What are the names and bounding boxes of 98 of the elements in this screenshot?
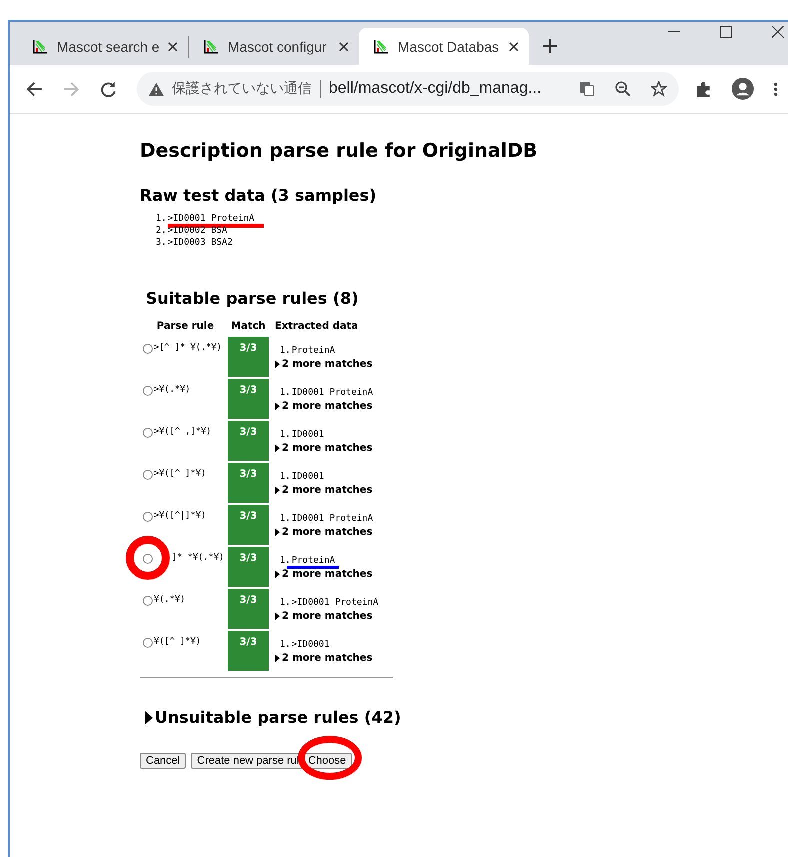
match-cell: 3/3 <box>228 589 269 629</box>
expand-icon[interactable] <box>275 654 280 663</box>
column-header: Extracted data <box>274 320 360 334</box>
list-number: 1. <box>280 639 291 652</box>
sample-text: >ID0002 BSA <box>168 225 228 237</box>
rule-text: >¥([^ ,]*¥) <box>154 427 212 437</box>
sample-text: >ID0001 ProteinA <box>168 213 255 225</box>
expand-icon[interactable] <box>275 402 280 411</box>
match-cell: 3/3 <box>228 337 269 377</box>
expand-icon[interactable] <box>275 444 280 453</box>
extracted-text: ID0001 ProteinA <box>292 387 374 400</box>
rule-text: >¥(.*¥) <box>154 385 191 395</box>
action-button[interactable]: Cancel <box>140 753 186 769</box>
url-text: bell/mascot/x-cgi/db_manag... <box>329 80 543 98</box>
list-number: 1. <box>280 597 291 610</box>
browser-tab[interactable]: Mascot search e <box>18 28 188 65</box>
chart-icon <box>203 38 219 54</box>
star-icon[interactable] <box>651 81 667 97</box>
tab-title: Mascot configur <box>228 38 328 54</box>
section-heading[interactable]: Unsuitable parse rules (42) <box>155 708 402 727</box>
radio-button[interactable] <box>143 386 153 396</box>
extracted-text: ID0001 <box>292 429 324 442</box>
rule-text: >¥([^|]*¥) <box>154 511 206 521</box>
more-matches-link[interactable]: 2 more matches <box>282 485 373 496</box>
more-matches-link[interactable]: 2 more matches <box>282 443 373 454</box>
section-heading: Raw test data (3 samples) <box>140 186 378 205</box>
maximize-icon[interactable] <box>720 26 732 38</box>
avatar-icon[interactable] <box>732 78 754 100</box>
zoom-out-icon[interactable] <box>615 81 631 97</box>
radio-button[interactable] <box>143 344 153 354</box>
list-number: 1. <box>280 429 291 442</box>
match-cell: 3/3 <box>228 463 269 503</box>
more-matches-link[interactable]: 2 more matches <box>282 653 373 664</box>
tab-title: Mascot search e <box>57 38 159 54</box>
expand-icon[interactable] <box>275 612 280 621</box>
column-header: Match <box>230 320 267 334</box>
match-cell: 3/3 <box>228 421 269 461</box>
new-tab-icon[interactable] <box>543 39 557 53</box>
match-cell: 3/3 <box>228 547 269 587</box>
more-matches-link[interactable]: 2 more matches <box>282 569 373 580</box>
radio-button[interactable] <box>143 470 153 480</box>
translate-icon[interactable] <box>579 81 595 97</box>
expand-icon[interactable] <box>275 486 280 495</box>
extracted-text: ID0001 <box>292 471 324 484</box>
security-label: 保護されていない通信 <box>172 80 312 98</box>
expand-icon[interactable] <box>275 360 280 369</box>
address-bar[interactable]: 保護されていない通信 bell/mascot/x-cgi/db_manag... <box>137 72 679 106</box>
radio-button[interactable] <box>143 638 153 648</box>
tab-title: Mascot Databas <box>398 38 500 54</box>
list-number: 1. <box>280 471 291 484</box>
extracted-text: ProteinA <box>292 345 336 358</box>
page-title: Description parse rule for OriginalDB <box>140 140 539 162</box>
list-number: 1. <box>156 213 167 225</box>
match-cell: 3/3 <box>228 379 269 419</box>
rule-text: >[^ ]* ¥(.*¥) <box>154 343 222 353</box>
radio-button[interactable] <box>143 596 153 606</box>
rule-text: ]* *¥(.*¥) <box>172 553 224 563</box>
match-cell: 3/3 <box>228 631 269 671</box>
list-number: 1. <box>280 345 291 358</box>
close-icon[interactable] <box>509 42 519 52</box>
list-number: 3. <box>156 237 167 249</box>
radio-button[interactable] <box>143 512 153 522</box>
extracted-text: ID0001 ProteinA <box>292 513 374 526</box>
browser-tab[interactable]: Mascot configur <box>189 28 359 65</box>
more-matches-link[interactable]: 2 more matches <box>282 611 373 622</box>
sample-text: >ID0003 BSA2 <box>168 237 233 249</box>
section-heading: Suitable parse rules (8) <box>146 289 360 308</box>
menu-icon[interactable] <box>774 80 778 98</box>
chart-icon <box>32 38 48 54</box>
radio-button[interactable] <box>143 428 153 438</box>
chart-icon <box>373 38 389 54</box>
close-icon[interactable] <box>772 26 784 38</box>
extracted-text: ProteinA <box>292 555 336 568</box>
list-number: 1. <box>280 387 291 400</box>
expand-icon[interactable] <box>145 710 153 724</box>
radio-button[interactable] <box>143 554 153 564</box>
column-header: Parse rule <box>156 320 216 334</box>
close-icon[interactable] <box>339 42 349 52</box>
list-number: 1. <box>280 513 291 526</box>
rule-text: ¥([^ ]*¥) <box>154 637 201 647</box>
more-matches-link[interactable]: 2 more matches <box>282 401 373 412</box>
back-icon[interactable] <box>26 80 43 98</box>
puzzle-icon[interactable] <box>695 80 712 98</box>
more-matches-link[interactable]: 2 more matches <box>282 359 373 370</box>
browser-tab[interactable]: Mascot Databas <box>359 28 529 65</box>
list-number: 2. <box>156 225 167 237</box>
expand-icon[interactable] <box>275 570 280 579</box>
reload-icon[interactable] <box>100 80 117 98</box>
rule-text: ¥(.*¥) <box>154 595 186 605</box>
extracted-text: >ID0001 <box>292 639 330 652</box>
extracted-text: >ID0001 ProteinA <box>292 597 379 610</box>
rule-text: >¥([^ ]*¥) <box>154 469 206 479</box>
close-icon[interactable] <box>168 42 178 52</box>
more-matches-link[interactable]: 2 more matches <box>282 527 373 538</box>
match-cell: 3/3 <box>228 505 269 545</box>
list-number: 1. <box>280 555 291 568</box>
warning-icon <box>149 82 164 96</box>
expand-icon[interactable] <box>275 528 280 537</box>
